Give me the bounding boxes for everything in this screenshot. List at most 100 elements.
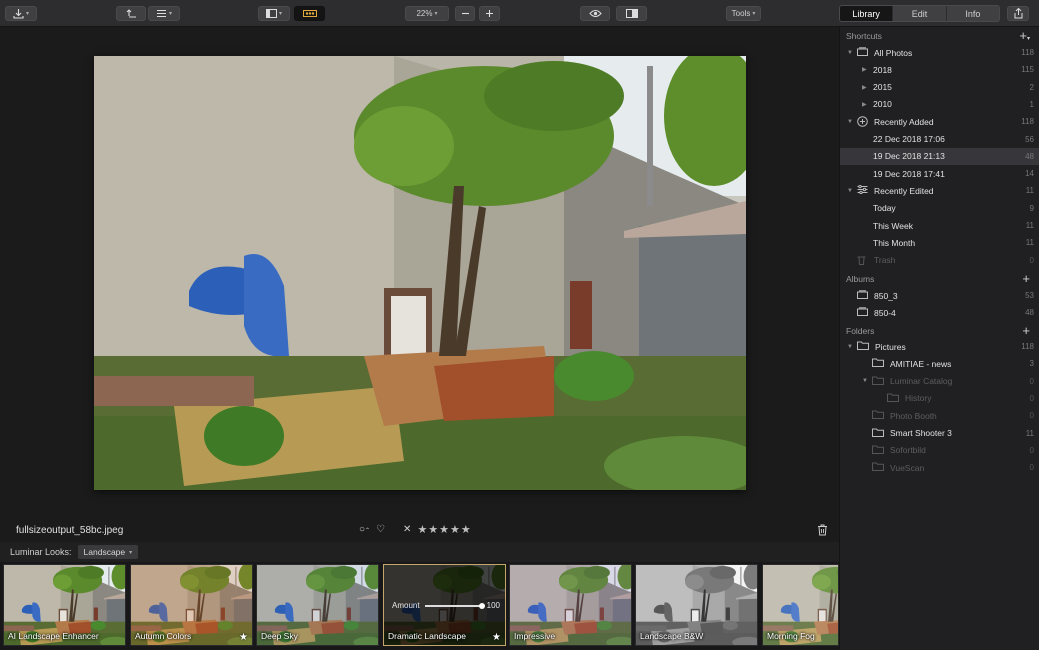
amount-track[interactable] xyxy=(424,602,485,609)
sliders-icon xyxy=(857,185,868,196)
add-folder-button[interactable]: + xyxy=(1022,323,1030,338)
look-thumbnail[interactable]: Landscape B&W xyxy=(635,564,758,646)
shortcut-label: All Photos xyxy=(874,47,913,58)
layout-toggle-button[interactable]: ▾ xyxy=(258,6,290,21)
look-thumbnail[interactable]: Morning Fog xyxy=(762,564,839,646)
look-thumbnail[interactable]: Deep Sky xyxy=(256,564,379,646)
folder-item[interactable]: AMITIAE - news 3 xyxy=(840,355,1039,372)
share-button[interactable] xyxy=(1007,6,1029,21)
zoom-in-button[interactable] xyxy=(479,6,500,21)
folder-item[interactable]: ▼ Luminar Catalog 0 xyxy=(840,373,1039,390)
album-item[interactable]: 850_3 53 xyxy=(840,287,1039,304)
folder-item[interactable]: VueScan 0 xyxy=(840,459,1039,476)
main-photo[interactable] xyxy=(94,56,746,490)
sort-menu-button[interactable]: ▾ xyxy=(148,6,180,21)
favorite-star-icon[interactable]: ★ xyxy=(492,632,501,643)
preview-button[interactable] xyxy=(580,6,610,21)
shortcut-item[interactable]: Today 9 xyxy=(840,200,1039,217)
folder-item[interactable]: ▼ Pictures 118 xyxy=(840,338,1039,355)
chevron-down-icon: ▾ xyxy=(434,11,438,17)
folders-header: Folders + xyxy=(840,322,1039,339)
tab-info[interactable]: Info xyxy=(946,6,999,21)
minus-icon xyxy=(461,12,469,15)
shortcut-count: 11 xyxy=(1025,186,1034,196)
folder-icon xyxy=(872,445,884,456)
folder-icon xyxy=(872,376,884,387)
shortcut-count: 118 xyxy=(1021,117,1034,127)
amount-label: Amount xyxy=(392,601,420,610)
plus-circle-icon xyxy=(857,116,868,129)
disclosure-down-icon[interactable]: ▼ xyxy=(847,50,853,56)
folder-item[interactable]: History 0 xyxy=(840,390,1039,407)
look-label: Autumn Colors xyxy=(135,631,192,641)
trash-icon xyxy=(818,524,827,536)
shortcut-item[interactable]: Trash 0 xyxy=(840,252,1039,269)
delete-button[interactable] xyxy=(817,524,828,538)
shortcut-count: 1 xyxy=(1029,99,1034,109)
shortcut-item[interactable]: ▶ 2015 2 xyxy=(840,79,1039,96)
disclosure-right-icon[interactable]: ▶ xyxy=(862,84,867,91)
shortcut-item[interactable]: ▼ All Photos 118 xyxy=(840,44,1039,61)
favorite-star-icon[interactable]: ★ xyxy=(239,632,248,643)
folder-item[interactable]: Smart Shooter 3 11 xyxy=(840,425,1039,442)
shortcut-item[interactable]: 19 Dec 2018 21:13 48 xyxy=(840,147,1039,165)
rating-bar: ○⌃ ♡ ✕ ★★★★★ xyxy=(359,523,472,536)
folder-item[interactable]: Photo Booth 0 xyxy=(840,407,1039,424)
look-label: Landscape B&W xyxy=(640,631,704,641)
disclosure-right-icon[interactable]: ▶ xyxy=(862,101,867,108)
look-thumbnail[interactable]: Autumn Colors ★ xyxy=(130,564,253,646)
import-button[interactable]: ▾ xyxy=(5,6,37,21)
folder-item[interactable]: Sofortbild 0 xyxy=(840,442,1039,459)
shortcut-item[interactable]: ▼ Recently Edited 11 xyxy=(840,182,1039,199)
shortcut-item[interactable]: 19 Dec 2018 17:41 14 xyxy=(840,165,1039,182)
shortcut-item[interactable]: 22 Dec 2018 17:06 56 xyxy=(840,131,1039,148)
album-item[interactable]: 850-4 48 xyxy=(840,304,1039,321)
add-album-button[interactable]: + xyxy=(1022,271,1030,286)
disclosure-down-icon[interactable]: ▼ xyxy=(847,119,853,125)
add-shortcut-button[interactable]: +▾ xyxy=(1019,28,1030,43)
disclosure-right-icon[interactable]: ▶ xyxy=(862,66,867,73)
album-icon xyxy=(857,307,868,318)
shortcut-count: 11 xyxy=(1025,238,1034,248)
looks-bar: Luminar Looks: Landscape ▾ xyxy=(0,542,839,562)
look-label: Morning Fog xyxy=(767,631,815,641)
star-rating[interactable]: ★★★★★ xyxy=(417,523,471,536)
compare-icon xyxy=(625,9,638,18)
sidebar-layout-icon xyxy=(265,9,277,18)
shortcut-item[interactable]: ▶ 2018 115 xyxy=(840,61,1039,78)
look-thumbnail[interactable]: Impressive xyxy=(509,564,632,646)
zoom-out-button[interactable] xyxy=(455,6,475,21)
color-label-button[interactable]: ○⌃ xyxy=(359,524,370,535)
disclosure-down-icon[interactable]: ▼ xyxy=(847,344,853,350)
tab-library[interactable]: Library xyxy=(840,6,894,21)
zoom-select[interactable]: 22% ▾ xyxy=(405,6,449,21)
disclosure-down-icon[interactable]: ▼ xyxy=(847,188,853,194)
shortcut-item[interactable]: ▼ Recently Added 118 xyxy=(840,113,1039,130)
mode-tabs: Library Edit Info xyxy=(839,5,1000,22)
tools-menu-button[interactable]: Tools ▾ xyxy=(726,6,761,21)
list-icon xyxy=(156,9,166,18)
plus-icon xyxy=(486,10,493,17)
amount-knob[interactable] xyxy=(478,602,485,609)
download-icon xyxy=(13,8,24,19)
back-button[interactable] xyxy=(116,6,146,21)
looks-category-select[interactable]: Landscape ▾ xyxy=(77,545,139,559)
filmstrip-toggle-button[interactable] xyxy=(294,6,325,21)
compare-button[interactable] xyxy=(616,6,647,21)
looks-strip: AI Landscape Enhancer Autumn Colors ★ De… xyxy=(0,562,839,650)
amount-slider[interactable]: Amount 100 xyxy=(392,601,500,610)
tab-edit[interactable]: Edit xyxy=(893,6,947,21)
folder-label: VueScan xyxy=(890,462,925,473)
folder-count: 0 xyxy=(1029,411,1034,421)
reject-x-icon[interactable]: ✕ xyxy=(403,524,411,535)
top-toolbar: ▾ ▾ ▾ 22% ▾ Tools ▾ Library Edit Info xyxy=(0,0,1039,27)
folder-count: 0 xyxy=(1029,393,1034,403)
favorite-heart-icon[interactable]: ♡ xyxy=(376,524,385,535)
shortcut-item[interactable]: This Month 11 xyxy=(840,234,1039,251)
shortcut-item[interactable]: ▶ 2010 1 xyxy=(840,96,1039,113)
look-thumbnail[interactable]: AI Landscape Enhancer xyxy=(3,564,126,646)
look-thumbnail-selected[interactable]: Amount 100 Dramatic Landscape ★ xyxy=(383,564,506,646)
disclosure-down-icon[interactable]: ▼ xyxy=(862,378,868,384)
shortcut-item[interactable]: This Week 11 xyxy=(840,217,1039,234)
looks-label: Luminar Looks: xyxy=(10,547,72,557)
